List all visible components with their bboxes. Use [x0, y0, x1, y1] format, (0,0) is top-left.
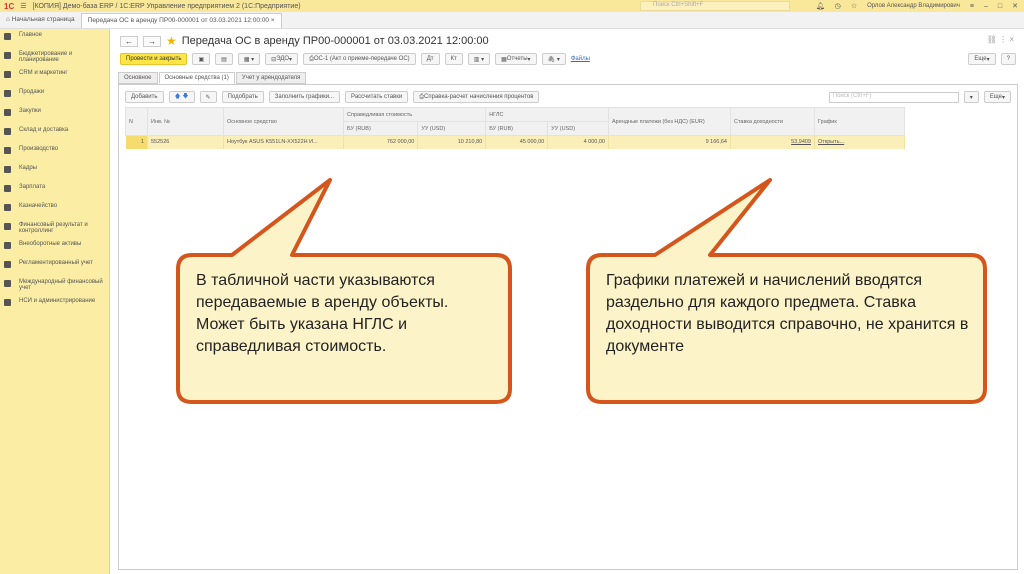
- callout-left: В табличной части указываются передаваем…: [196, 272, 449, 355]
- callout-right: Графики платежей и начислений вводятся р…: [606, 272, 969, 355]
